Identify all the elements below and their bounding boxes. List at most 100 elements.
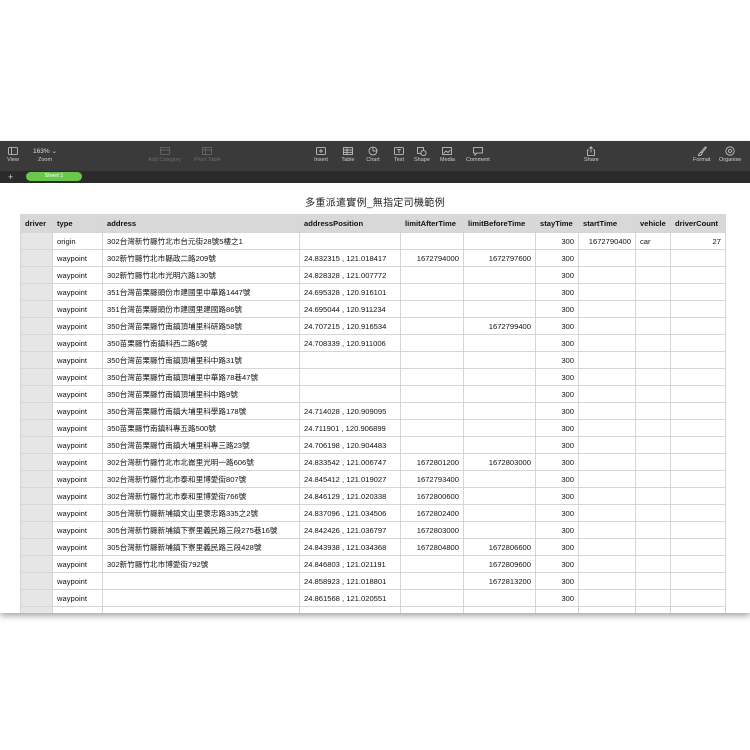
cell-address[interactable]: 305台灣新竹縣新埔鎮文山里褒忠路335之2號 <box>102 504 300 522</box>
cell-address[interactable]: 351台灣苗栗縣頭份市建國里中華路1447號 <box>102 283 300 301</box>
cell-vehicle[interactable] <box>635 555 671 573</box>
cell-driver[interactable] <box>20 572 53 590</box>
cell-limitaftertime[interactable] <box>400 589 464 607</box>
cell-driver[interactable] <box>20 351 53 369</box>
cell-driver[interactable] <box>20 334 53 352</box>
cell-staytime[interactable]: 300 <box>535 538 579 556</box>
cell-starttime[interactable]: 1672790400 <box>578 232 636 250</box>
share-button[interactable]: Share <box>584 145 599 164</box>
cell-addressposition[interactable]: 24.843938 , 121.034368 <box>299 538 401 556</box>
cell-drivercount[interactable] <box>670 368 726 386</box>
cell-drivercount[interactable] <box>670 453 726 471</box>
cell-drivercount[interactable] <box>670 606 726 613</box>
cell-limitaftertime[interactable]: 1672804800 <box>400 538 464 556</box>
cell-limitaftertime[interactable]: 1672800600 <box>400 487 464 505</box>
cell-starttime[interactable] <box>578 538 636 556</box>
cell-limitbeforetime[interactable] <box>463 470 536 488</box>
cell-addressposition[interactable]: 24.845412 , 121.019027 <box>299 470 401 488</box>
cell-type[interactable]: waypoint <box>52 436 103 454</box>
cell-address[interactable]: 350苗栗縣竹南鎮科西二路6號 <box>102 334 300 352</box>
cell-address[interactable]: 305台灣新竹縣新埔鎮下寮里義民路三段275巷16號 <box>102 521 300 539</box>
cell-limitaftertime[interactable]: 1672793400 <box>400 470 464 488</box>
cell-vehicle[interactable] <box>635 589 671 607</box>
cell-driver[interactable] <box>20 487 53 505</box>
cell-address[interactable]: 351台灣苗栗縣頭份市建國里建國路86號 <box>102 300 300 318</box>
cell-limitaftertime[interactable] <box>400 368 464 386</box>
cell-staytime[interactable]: 300 <box>535 555 579 573</box>
cell-vehicle[interactable] <box>635 487 671 505</box>
cell-staytime[interactable]: 300 <box>535 283 579 301</box>
cell-type[interactable]: waypoint <box>52 470 103 488</box>
cell-type[interactable]: waypoint <box>52 572 103 590</box>
cell-address[interactable]: 350台灣苗栗縣竹南鎮頂埔里科中路31號 <box>102 351 300 369</box>
cell-type[interactable]: waypoint <box>52 538 103 556</box>
cell-addressposition[interactable] <box>299 606 401 613</box>
cell-staytime[interactable]: 300 <box>535 266 579 284</box>
cell-starttime[interactable] <box>578 317 636 335</box>
cell-driver[interactable] <box>20 317 53 335</box>
cell-limitaftertime[interactable]: 1672801200 <box>400 453 464 471</box>
cell-starttime[interactable] <box>578 572 636 590</box>
cell-type[interactable]: waypoint <box>52 521 103 539</box>
cell-limitbeforetime[interactable] <box>463 402 536 420</box>
cell-addressposition[interactable]: 24.842426 , 121.036797 <box>299 521 401 539</box>
cell-driver[interactable] <box>20 232 53 250</box>
add-category-button[interactable]: Add Category <box>148 145 182 164</box>
cell-driver[interactable] <box>20 419 53 437</box>
column-header-starttime[interactable]: startTime <box>578 214 636 233</box>
cell-vehicle[interactable] <box>635 266 671 284</box>
cell-starttime[interactable] <box>578 283 636 301</box>
cell-vehicle[interactable] <box>635 504 671 522</box>
zoom-control[interactable]: 163% ⌄ Zoom <box>30 145 60 164</box>
sheet-tab-active[interactable]: Sheet 1 <box>26 172 82 181</box>
cell-addressposition[interactable] <box>299 351 401 369</box>
cell-type[interactable]: waypoint <box>52 419 103 437</box>
cell-limitbeforetime[interactable] <box>463 606 536 613</box>
column-header-vehicle[interactable]: vehicle <box>635 214 671 233</box>
cell-drivercount[interactable] <box>670 487 726 505</box>
cell-vehicle[interactable] <box>635 572 671 590</box>
cell-driver[interactable] <box>20 555 53 573</box>
cell-vehicle[interactable] <box>635 283 671 301</box>
cell-staytime[interactable]: 300 <box>535 436 579 454</box>
cell-addressposition[interactable] <box>299 232 401 250</box>
cell-vehicle[interactable] <box>635 249 671 267</box>
chart-button[interactable]: Chart <box>366 145 380 164</box>
cell-starttime[interactable] <box>578 419 636 437</box>
cell-driver[interactable] <box>20 368 53 386</box>
cell-drivercount[interactable] <box>670 266 726 284</box>
format-button[interactable]: Format <box>693 145 710 164</box>
cell-drivercount[interactable] <box>670 521 726 539</box>
cell-address[interactable]: 302台灣新竹縣竹北市泰和里博愛街807號 <box>102 470 300 488</box>
cell-addressposition[interactable] <box>299 385 401 403</box>
cell-address[interactable]: 302台灣新竹縣竹北市台元街28號5樓之1 <box>102 232 300 250</box>
cell-address[interactable]: 350台灣苗栗縣竹南鎮大埔里科專三路23號 <box>102 436 300 454</box>
cell-type[interactable]: waypoint <box>52 351 103 369</box>
cell-addressposition[interactable]: 24.846129 , 121.020338 <box>299 487 401 505</box>
insert-button[interactable]: Insert <box>314 145 328 164</box>
cell-type[interactable]: waypoint <box>52 300 103 318</box>
column-header-type[interactable]: type <box>52 214 103 233</box>
cell-starttime[interactable] <box>578 487 636 505</box>
cell-limitaftertime[interactable] <box>400 572 464 590</box>
cell-addressposition[interactable]: 24.846803 , 121.021191 <box>299 555 401 573</box>
cell-limitbeforetime[interactable]: 1672806600 <box>463 538 536 556</box>
cell-address[interactable] <box>102 572 300 590</box>
cell-drivercount[interactable] <box>670 538 726 556</box>
cell-drivercount[interactable] <box>670 402 726 420</box>
cell-driver[interactable] <box>20 283 53 301</box>
cell-starttime[interactable] <box>578 334 636 352</box>
cell-limitbeforetime[interactable]: 1672809600 <box>463 555 536 573</box>
cell-driver[interactable] <box>20 470 53 488</box>
cell-staytime[interactable]: 300 <box>535 521 579 539</box>
cell-limitaftertime[interactable] <box>400 266 464 284</box>
cell-address[interactable]: 302新竹縣竹北市縣政二路209號 <box>102 249 300 267</box>
cell-staytime[interactable]: 300 <box>535 470 579 488</box>
cell-type[interactable]: waypoint <box>52 266 103 284</box>
cell-address[interactable]: 350台灣苗栗縣竹南鎮頂埔里中華路78巷47號 <box>102 368 300 386</box>
cell-staytime[interactable]: 300 <box>535 402 579 420</box>
cell-limitbeforetime[interactable] <box>463 283 536 301</box>
cell-type[interactable]: waypoint <box>52 317 103 335</box>
cell-drivercount[interactable] <box>670 317 726 335</box>
cell-addressposition[interactable] <box>299 368 401 386</box>
